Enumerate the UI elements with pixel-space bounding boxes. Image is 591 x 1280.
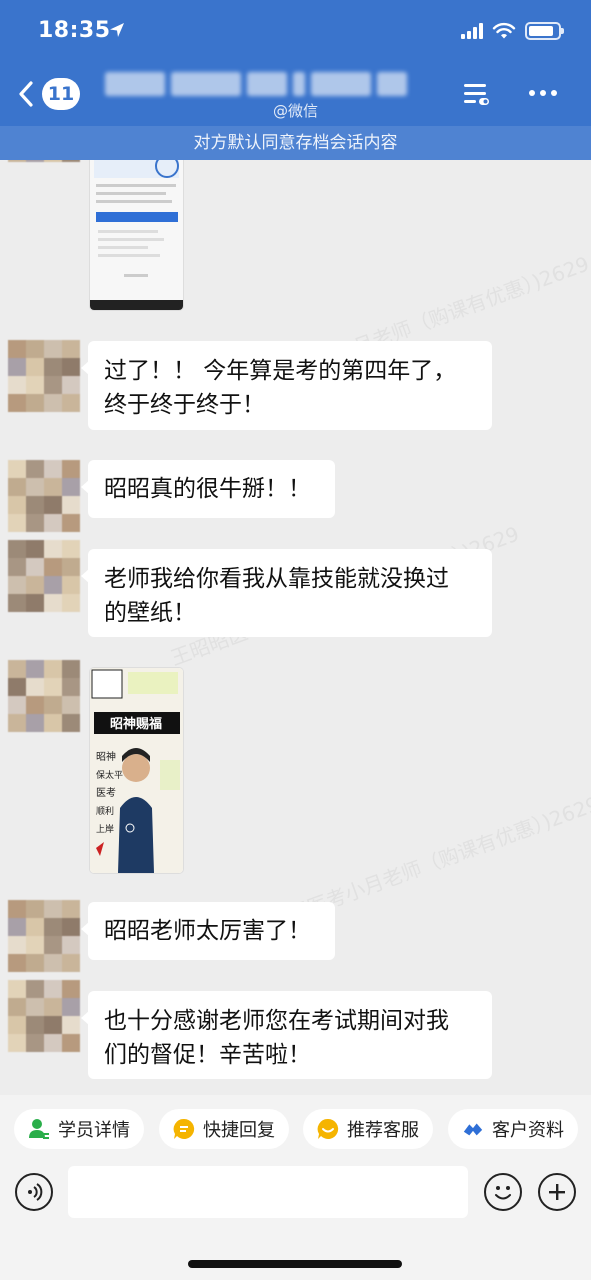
status-time: 18:35: [38, 18, 111, 43]
svg-text:保太平: 保太平: [96, 769, 123, 781]
phone-screenshot-image: [90, 160, 183, 310]
voice-input-button[interactable]: [15, 1173, 53, 1211]
svg-text:医考: 医考: [96, 787, 116, 799]
message-line: 也十分感谢老师您在考试期间对我: [104, 1008, 449, 1034]
message-line: 终于终于终于！: [104, 392, 265, 418]
status-icons: [461, 22, 564, 40]
contact-avatar[interactable]: [8, 900, 80, 972]
quick-action-bar: 学员详情 快捷回复 推荐客服 客户资料: [0, 1095, 591, 1160]
student-detail-button[interactable]: 学员详情: [14, 1109, 144, 1149]
more-options-icon[interactable]: [525, 82, 561, 104]
customer-info-icon: [463, 1123, 483, 1136]
text-message[interactable]: 过了！！ 今年算是考的第四年了， 终于终于终于！: [81, 341, 492, 430]
svg-text:昭神: 昭神: [96, 750, 116, 763]
nav-bar: 11 @微信: [0, 64, 591, 126]
wallpaper-poster-image: 昭神赐福 昭神 保太平 医考 顺利 上岸: [90, 668, 183, 873]
contact-avatar[interactable]: [8, 160, 80, 162]
archive-notice-bar: 对方默认同意存档会话内容: [0, 126, 591, 160]
text-message[interactable]: 老师我给你看我从靠技能就没换过 的壁纸！: [81, 549, 492, 637]
message-line: 昭昭真的很牛掰！！: [104, 476, 311, 502]
message-text-input[interactable]: [68, 1166, 468, 1218]
user-detail-icon: [29, 1119, 49, 1139]
smiley-icon: [495, 1186, 511, 1200]
voice-icon: [28, 1183, 43, 1201]
button-label: 学员详情: [58, 1120, 130, 1141]
message-line: 的壁纸！: [104, 600, 196, 626]
customer-info-button[interactable]: 客户资料: [448, 1109, 578, 1149]
message-line: 过了！！ 今年算是考的第四年了，: [104, 358, 457, 384]
more-functions-button[interactable]: [538, 1173, 576, 1211]
location-arrow-icon: [110, 23, 124, 37]
button-label: 快捷回复: [203, 1120, 275, 1141]
chat-title-blurred: [105, 72, 425, 96]
poster-title: 昭神赐福: [110, 716, 162, 732]
message-line: 们的督促！辛苦啦！: [104, 1042, 311, 1068]
text-message[interactable]: 也十分感谢老师您在考试期间对我 们的督促！辛苦啦！: [81, 991, 492, 1079]
chat-header: 18:35 11 @微信 对方默认同意存档会话内容: [0, 0, 591, 160]
button-label: 客户资料: [492, 1120, 564, 1141]
recommend-service-button[interactable]: 推荐客服: [303, 1109, 433, 1149]
chat-message-list[interactable]: 王昭昭医考小月老师（购课有优惠）)2629 王昭昭医考小月老师（购课有优惠）)2…: [0, 160, 591, 1095]
quick-reply-button[interactable]: 快捷回复: [159, 1109, 289, 1149]
contact-avatar[interactable]: [8, 540, 80, 612]
text-message[interactable]: 昭昭真的很牛掰！！: [81, 460, 335, 518]
svg-text:顺利: 顺利: [96, 805, 114, 817]
svg-text:上岸: 上岸: [96, 824, 114, 835]
plus-icon: [549, 1184, 565, 1200]
contact-avatar[interactable]: [8, 340, 80, 412]
status-bar: 18:35: [0, 0, 591, 64]
image-message[interactable]: 昭神赐福 昭神 保太平 医考 顺利 上岸: [90, 668, 183, 873]
message-line: 昭昭老师太厉害了！: [104, 918, 311, 944]
image-message[interactable]: [90, 160, 183, 310]
message-line: 老师我给你看我从靠技能就没换过: [104, 566, 449, 592]
chat-list-settings-icon[interactable]: [460, 78, 492, 110]
contact-avatar[interactable]: [8, 980, 80, 1052]
contact-avatar[interactable]: [8, 660, 80, 732]
message-input-bar: [0, 1160, 591, 1280]
emoji-button[interactable]: [484, 1173, 522, 1211]
cellular-signal-icon: [461, 23, 483, 39]
quick-reply-icon: [173, 1118, 195, 1139]
button-label: 推荐客服: [347, 1120, 419, 1141]
recommend-service-icon: [317, 1118, 339, 1139]
contact-avatar[interactable]: [8, 460, 80, 532]
text-message[interactable]: 昭昭老师太厉害了！: [81, 902, 335, 960]
chat-subtitle: @微信: [272, 102, 318, 120]
wifi-icon: [492, 22, 516, 39]
home-indicator: [188, 1260, 402, 1268]
battery-icon: [525, 22, 564, 40]
